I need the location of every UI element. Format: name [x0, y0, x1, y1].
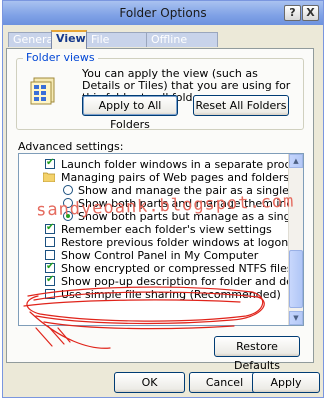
- scroll-down-button[interactable]: ▼: [289, 311, 303, 325]
- checkbox[interactable]: [45, 261, 55, 273]
- folder-icon: [43, 172, 55, 182]
- close-button[interactable]: X: [302, 5, 319, 21]
- radio-button[interactable]: [63, 211, 73, 221]
- checkbox[interactable]: [45, 237, 55, 247]
- list-item-label: Use simple file sharing (Recommended): [61, 288, 281, 301]
- folder-views-icon: [30, 77, 55, 105]
- ok-button[interactable]: OK: [114, 372, 185, 393]
- tab-offline-files[interactable]: Offline Files: [146, 32, 218, 60]
- list-item-label: Show and manage the pair as a single fil…: [78, 184, 304, 197]
- list-item-label: Show pop-up description for folder and d…: [61, 275, 303, 288]
- list-scrollbar[interactable]: ▲ ▼: [288, 154, 303, 325]
- restore-defaults-button[interactable]: Restore Defaults: [214, 336, 300, 372]
- radio-button[interactable]: [63, 185, 73, 195]
- list-item-label: Show Control Panel in My Computer: [61, 249, 259, 262]
- tab-file-types[interactable]: File Types: [86, 32, 147, 60]
- tab-general[interactable]: General: [8, 32, 56, 47]
- apply-to-all-folders-button[interactable]: Apply to All Folders: [82, 95, 178, 131]
- cancel-button[interactable]: Cancel: [189, 372, 260, 393]
- apply-button[interactable]: Apply: [252, 372, 320, 393]
- checkbox[interactable]: [45, 157, 55, 169]
- advanced-settings-label: Advanced settings:: [18, 140, 124, 153]
- radio-button[interactable]: [63, 198, 73, 208]
- list-item-label: Restore previous folder windows at logon: [61, 236, 289, 249]
- checkbox[interactable]: [45, 274, 55, 286]
- window-title: Folder Options: [119, 6, 207, 20]
- list-item-label: Launch folder windows in a separate proc…: [61, 158, 304, 171]
- title-bar[interactable]: Folder Options ? X: [3, 1, 323, 25]
- list-item-label: Remember each folder's view settings: [61, 223, 272, 236]
- reset-all-folders-button[interactable]: Reset All Folders: [193, 95, 289, 116]
- list-item-label: Show both parts and manage them individu…: [78, 197, 303, 210]
- tab-view[interactable]: View: [51, 30, 87, 49]
- list-item-label: Managing pairs of Web pages and folders: [61, 171, 290, 184]
- scroll-up-button[interactable]: ▲: [289, 154, 303, 168]
- list-item-partial: [45, 154, 275, 155]
- help-button[interactable]: ?: [284, 5, 301, 21]
- folder-views-legend: Folder views: [23, 51, 98, 64]
- checkbox[interactable]: [45, 289, 55, 299]
- advanced-settings-list[interactable]: Launch folder windows in a separate proc…: [18, 153, 304, 326]
- list-item-label: Show both parts but manage as a single f…: [78, 210, 304, 223]
- scroll-thumb[interactable]: [289, 250, 303, 308]
- list-item-label: Show encrypted or compressed NTFS files …: [61, 262, 303, 275]
- checkbox[interactable]: [45, 222, 55, 234]
- checkbox[interactable]: [45, 250, 55, 260]
